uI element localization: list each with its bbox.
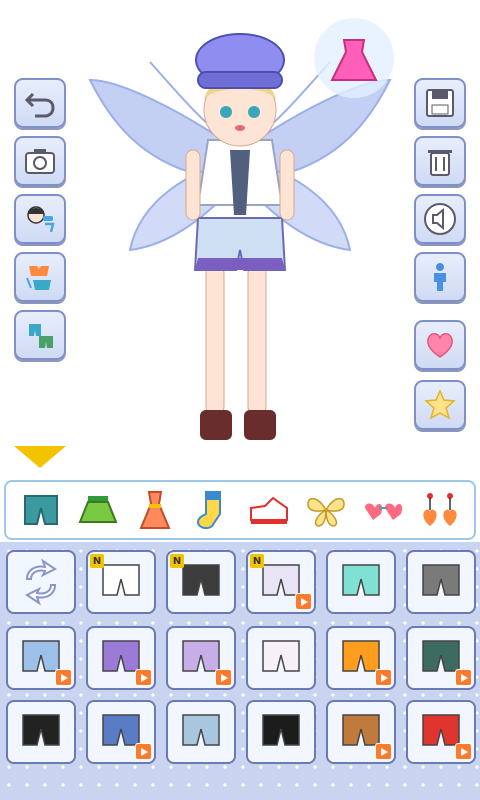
category-wings[interactable] bbox=[302, 486, 350, 534]
item-slot-black-pants[interactable] bbox=[246, 700, 316, 764]
camera-icon bbox=[25, 149, 55, 174]
category-pants[interactable] bbox=[17, 486, 65, 534]
item-slot-orange-briefs[interactable] bbox=[326, 626, 396, 690]
video-unlock-icon bbox=[135, 743, 152, 760]
person-icon bbox=[434, 263, 446, 291]
swap-bottom-button[interactable] bbox=[14, 310, 66, 360]
item-slot-teal-shorts[interactable] bbox=[406, 626, 476, 690]
video-unlock-icon bbox=[55, 669, 72, 686]
clothing-light-jeans-icon bbox=[182, 714, 220, 746]
swap-top-button[interactable] bbox=[14, 252, 66, 302]
item-slot-pink-jeans[interactable] bbox=[6, 626, 76, 690]
floppy-disk-icon bbox=[426, 89, 454, 117]
bottom-swap-icon bbox=[29, 324, 53, 348]
item-slot-lilac-snowflake-shorts[interactable] bbox=[166, 626, 236, 690]
dress-icon bbox=[139, 491, 170, 529]
body-button[interactable] bbox=[414, 252, 466, 302]
speaker-icon bbox=[424, 203, 456, 235]
undo-button[interactable] bbox=[14, 78, 66, 128]
category-skirt[interactable] bbox=[74, 486, 122, 534]
item-slot-black-shorts[interactable]: N bbox=[166, 550, 236, 614]
video-unlock-icon bbox=[215, 669, 232, 686]
collapse-panel-arrow[interactable] bbox=[14, 446, 66, 468]
video-unlock-icon bbox=[455, 743, 472, 760]
star-icon bbox=[424, 389, 456, 420]
new-badge: N bbox=[170, 554, 184, 568]
clothing-black-pants-icon bbox=[262, 714, 300, 746]
top-swap-icon bbox=[26, 266, 51, 290]
category-bar bbox=[4, 480, 476, 540]
item-slot-light-jeans[interactable] bbox=[166, 700, 236, 764]
item-slot-lavender-plaid-shorts[interactable]: N bbox=[246, 550, 316, 614]
category-shoes[interactable] bbox=[245, 486, 293, 534]
delete-button[interactable] bbox=[414, 136, 466, 186]
category-dress[interactable] bbox=[131, 486, 179, 534]
item-slot-mint-chevron-shorts[interactable] bbox=[326, 550, 396, 614]
swap-face-button[interactable] bbox=[14, 194, 66, 244]
clothing-white-pants-icon bbox=[262, 640, 300, 672]
new-badge: N bbox=[90, 554, 104, 568]
clothing-argyle-pants-icon bbox=[422, 564, 460, 596]
favorite-button[interactable] bbox=[414, 320, 466, 370]
item-slot-random[interactable] bbox=[6, 550, 76, 614]
butterfly-wings-icon bbox=[306, 497, 345, 527]
undo-arrow-icon bbox=[24, 92, 55, 118]
clothing-black-bloomers-icon bbox=[22, 714, 60, 746]
character-stage bbox=[0, 0, 480, 470]
category-earrings[interactable] bbox=[416, 486, 464, 534]
video-unlock-icon bbox=[375, 669, 392, 686]
skirt-icon bbox=[78, 496, 117, 523]
category-glasses[interactable] bbox=[359, 486, 407, 534]
heart-earrings-icon bbox=[422, 493, 457, 526]
item-slot-white-pants[interactable] bbox=[246, 626, 316, 690]
sound-button[interactable] bbox=[414, 194, 466, 244]
save-button[interactable] bbox=[414, 78, 466, 128]
clothing-mint-chevron-shorts-icon bbox=[342, 564, 380, 596]
heart-icon bbox=[427, 333, 453, 358]
video-unlock-icon bbox=[455, 669, 472, 686]
shorts-icon bbox=[23, 495, 58, 525]
item-slot-purple-striped-shorts[interactable] bbox=[86, 626, 156, 690]
camera-button[interactable] bbox=[14, 136, 66, 186]
sock-icon bbox=[196, 491, 221, 530]
category-socks[interactable] bbox=[188, 486, 236, 534]
item-grid: NNN bbox=[0, 542, 480, 800]
sneaker-icon bbox=[249, 496, 288, 524]
item-slot-argyle-pants[interactable] bbox=[406, 550, 476, 614]
heart-glasses-icon bbox=[364, 503, 402, 520]
item-slot-denim-shorts[interactable] bbox=[86, 700, 156, 764]
refresh-icon bbox=[25, 558, 57, 606]
video-unlock-icon bbox=[135, 669, 152, 686]
star-button[interactable] bbox=[414, 380, 466, 430]
trash-icon bbox=[428, 150, 452, 176]
video-unlock-icon bbox=[375, 743, 392, 760]
new-badge: N bbox=[250, 554, 264, 568]
item-slot-black-bloomers[interactable] bbox=[6, 700, 76, 764]
face-swap-icon bbox=[27, 206, 55, 233]
dress-hint-icon[interactable] bbox=[314, 18, 394, 98]
character-avatar bbox=[88, 18, 394, 440]
item-slot-white-shorts[interactable]: N bbox=[86, 550, 156, 614]
item-slot-tan-shorts[interactable] bbox=[326, 700, 396, 764]
video-unlock-icon bbox=[295, 593, 312, 610]
item-slot-red-shorts[interactable] bbox=[406, 700, 476, 764]
